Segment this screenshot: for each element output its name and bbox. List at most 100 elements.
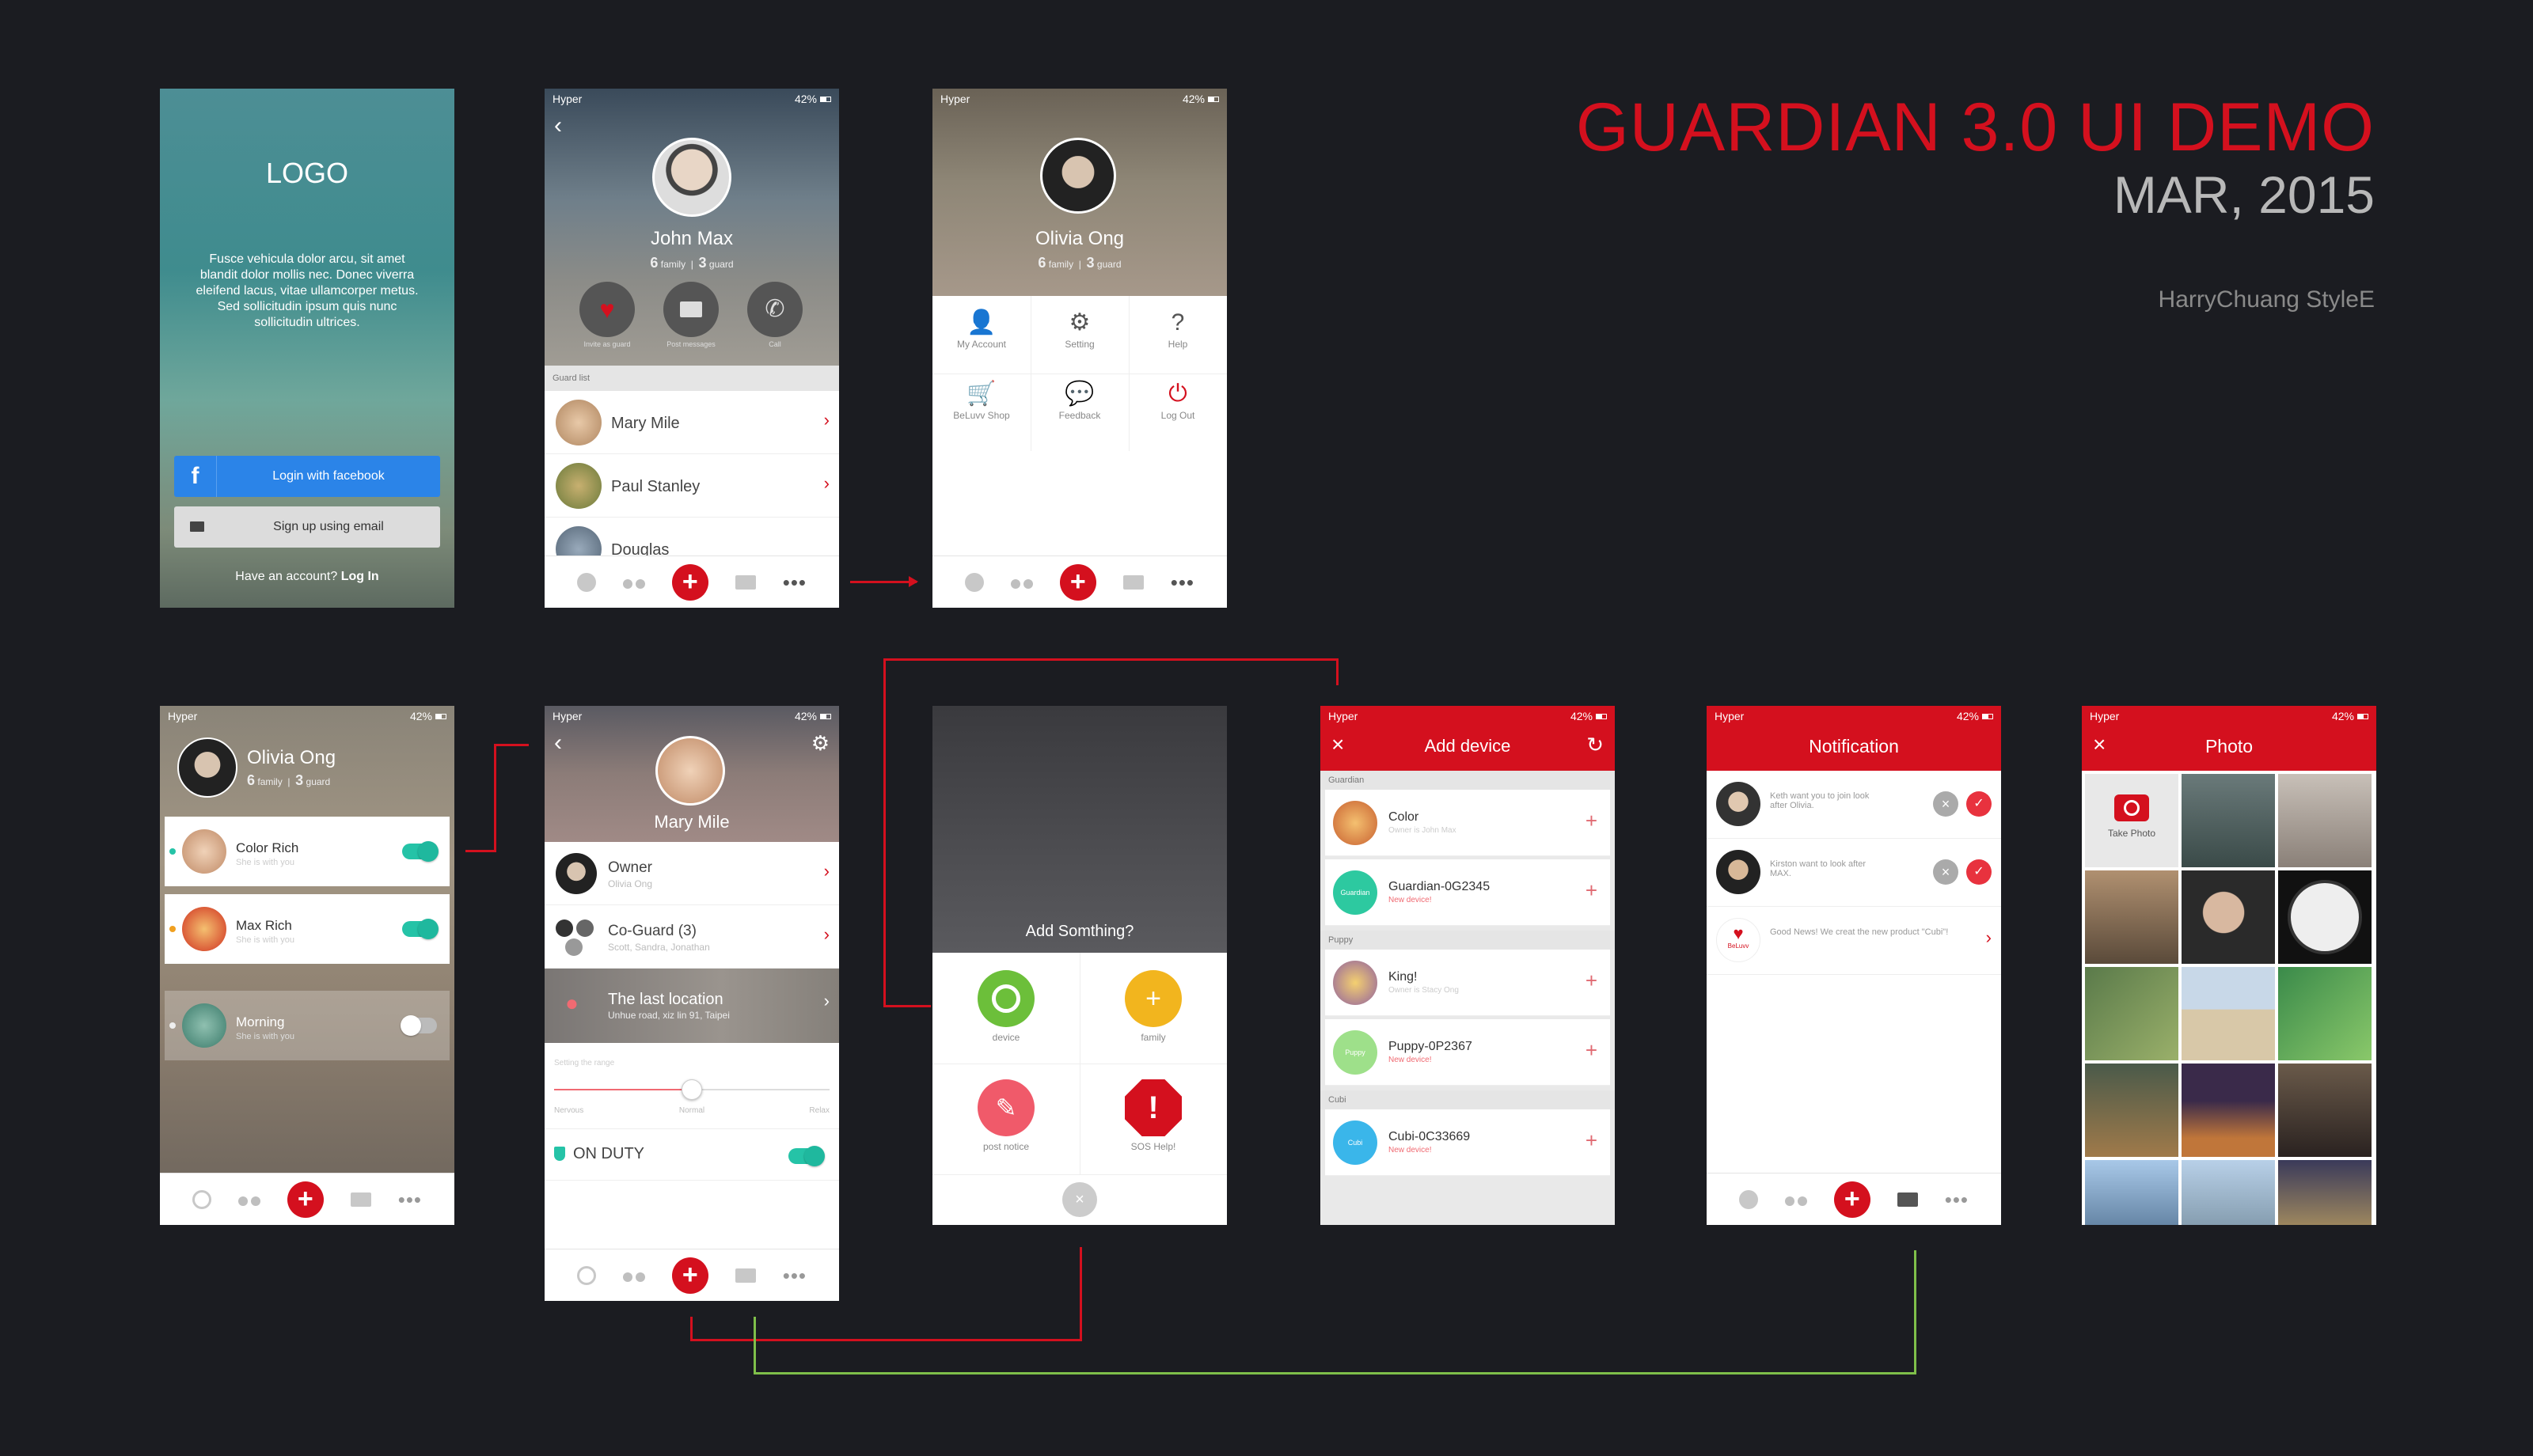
location-row[interactable]: ● The last location Unhue road, xiz lin … bbox=[545, 969, 839, 1043]
add-icon[interactable]: + bbox=[1585, 1128, 1597, 1153]
photo-thumbnail[interactable] bbox=[2085, 870, 2178, 964]
guard-toggle[interactable] bbox=[402, 919, 439, 939]
add-button[interactable]: + bbox=[671, 563, 708, 601]
shop-button[interactable]: 🛒 BeLuvv Shop bbox=[932, 381, 1031, 422]
add-icon[interactable]: + bbox=[1585, 878, 1597, 903]
logout-button[interactable]: ⏻ Log Out bbox=[1129, 381, 1227, 422]
home-icon[interactable] bbox=[576, 1265, 596, 1285]
add-icon[interactable]: + bbox=[1585, 969, 1597, 993]
more-icon[interactable]: ••• bbox=[783, 572, 807, 593]
back-chevron-icon[interactable]: ‹ bbox=[554, 730, 562, 756]
heart-icon[interactable]: ♥ bbox=[579, 282, 635, 337]
guard-toggle[interactable] bbox=[401, 1015, 437, 1036]
more-icon[interactable]: ••• bbox=[1945, 1189, 1969, 1210]
photo-thumbnail[interactable] bbox=[2278, 774, 2372, 867]
add-button[interactable]: + bbox=[671, 1257, 708, 1294]
post-notice-button[interactable]: ✎ post notice bbox=[932, 1079, 1080, 1152]
photo-thumbnail[interactable] bbox=[2278, 1064, 2372, 1157]
owner-row[interactable]: Owner Olivia Ong › bbox=[545, 842, 839, 905]
list-item[interactable]: Cubi Cubi-0C33669 New device! + bbox=[1325, 1109, 1610, 1176]
list-item[interactable]: Color Rich She is with you bbox=[165, 817, 450, 886]
range-slider[interactable] bbox=[554, 1078, 830, 1101]
add-button[interactable]: + bbox=[1059, 563, 1096, 601]
photo-thumbnail[interactable] bbox=[2182, 967, 2275, 1060]
sos-help-button[interactable]: ! SOS Help! bbox=[1080, 1079, 1227, 1152]
mail-icon[interactable] bbox=[1122, 574, 1144, 590]
photo-thumbnail[interactable] bbox=[2278, 967, 2372, 1060]
guard-count: 3 bbox=[1086, 255, 1095, 271]
feedback-button[interactable]: 💬 Feedback bbox=[1031, 381, 1129, 422]
photo-thumbnail[interactable] bbox=[2085, 967, 2178, 1060]
notification-item[interactable]: ♥ BeLuvv Good News! We creat the new pro… bbox=[1707, 907, 2001, 975]
more-icon[interactable]: ••• bbox=[1171, 572, 1194, 593]
mail-icon[interactable] bbox=[663, 282, 719, 337]
take-photo-button[interactable]: Take Photo bbox=[2085, 774, 2178, 867]
photo-thumbnail[interactable] bbox=[2085, 1160, 2178, 1225]
people-icon[interactable] bbox=[622, 576, 645, 589]
list-item[interactable]: Puppy Puppy-0P2367 New device! + bbox=[1325, 1019, 1610, 1086]
facebook-login-button[interactable]: f Login with facebook bbox=[174, 456, 440, 497]
help-button[interactable]: ? Help bbox=[1129, 310, 1227, 351]
list-item[interactable]: Guardian Guardian-0G2345 New device! + bbox=[1325, 859, 1610, 926]
mail-icon[interactable] bbox=[735, 574, 756, 590]
my-account-button[interactable]: 👤 My Account bbox=[932, 310, 1031, 351]
email-signup-button[interactable]: Sign up using email bbox=[174, 506, 440, 548]
add-device-button[interactable]: device bbox=[932, 970, 1080, 1043]
decline-icon[interactable]: × bbox=[1933, 791, 1958, 817]
mail-icon[interactable] bbox=[1897, 1192, 1918, 1207]
list-item[interactable]: Max Rich She is with you bbox=[165, 894, 450, 964]
phone-icon[interactable]: ✆ bbox=[747, 282, 803, 337]
accept-icon[interactable]: ✓ bbox=[1966, 859, 1992, 885]
close-icon[interactable]: × bbox=[1062, 1182, 1097, 1217]
mail-icon[interactable] bbox=[735, 1268, 756, 1283]
list-item[interactable]: King! Owner is Stacy Ong + bbox=[1325, 950, 1610, 1016]
gear-icon[interactable]: ⚙ bbox=[811, 731, 830, 756]
add-button[interactable]: + bbox=[1833, 1181, 1870, 1218]
photo-thumbnail[interactable] bbox=[2085, 1064, 2178, 1157]
notification-item[interactable]: Keth want you to join look after Olivia.… bbox=[1707, 771, 2001, 839]
profile-name: Mary Mile bbox=[654, 812, 730, 832]
photo-thumbnail[interactable] bbox=[2182, 1160, 2275, 1225]
decline-icon[interactable]: × bbox=[1933, 859, 1958, 885]
more-icon[interactable]: ••• bbox=[398, 1189, 422, 1210]
login-link[interactable]: Log In bbox=[341, 570, 379, 583]
accept-icon[interactable]: ✓ bbox=[1966, 791, 1992, 817]
more-icon[interactable]: ••• bbox=[783, 1265, 807, 1286]
home-icon[interactable] bbox=[964, 572, 984, 592]
list-item[interactable]: Color Owner is John Max + bbox=[1325, 790, 1610, 856]
add-family-button[interactable]: + family bbox=[1080, 970, 1227, 1043]
home-icon[interactable] bbox=[192, 1189, 211, 1209]
list-item[interactable]: Mary Mile › bbox=[545, 391, 839, 454]
photo-thumbnail[interactable] bbox=[2278, 1160, 2372, 1225]
coguard-row[interactable]: Co-Guard (3) Scott, Sandra, Jonathan › bbox=[545, 905, 839, 969]
mail-icon[interactable] bbox=[350, 1192, 371, 1207]
tab-bar: + ••• bbox=[160, 1173, 454, 1225]
photo-thumbnail[interactable] bbox=[2182, 1064, 2275, 1157]
guard-toggle[interactable] bbox=[402, 841, 439, 862]
back-chevron-icon[interactable]: ‹ bbox=[554, 112, 562, 139]
people-icon[interactable] bbox=[1010, 576, 1033, 589]
add-icon[interactable]: + bbox=[1585, 809, 1597, 833]
battery-level: 42% bbox=[2331, 710, 2354, 722]
add-icon[interactable]: + bbox=[1585, 1038, 1597, 1063]
people-icon[interactable] bbox=[622, 1269, 645, 1282]
refresh-icon[interactable]: ↻ bbox=[1586, 734, 1604, 755]
photo-thumbnail[interactable] bbox=[2182, 774, 2275, 867]
home-icon[interactable] bbox=[576, 572, 596, 592]
list-item[interactable]: Morning She is with you bbox=[165, 991, 450, 1060]
duty-toggle[interactable] bbox=[788, 1146, 825, 1166]
connector-arrow bbox=[909, 576, 918, 587]
list-item[interactable]: Paul Stanley › bbox=[545, 454, 839, 518]
setting-button[interactable]: ⚙ Setting bbox=[1031, 310, 1129, 351]
photo-thumbnail[interactable] bbox=[2278, 870, 2372, 964]
photo-thumbnail[interactable] bbox=[2182, 870, 2275, 964]
status-dot bbox=[169, 1022, 176, 1029]
add-button[interactable]: + bbox=[287, 1181, 324, 1218]
list-item[interactable]: Douglas bbox=[545, 518, 839, 557]
home-icon[interactable] bbox=[1738, 1189, 1758, 1209]
notification-item[interactable]: Kirston want to look after MAX. × ✓ bbox=[1707, 839, 2001, 907]
range-knob[interactable] bbox=[682, 1079, 702, 1100]
people-icon[interactable] bbox=[237, 1193, 260, 1206]
people-icon[interactable] bbox=[1784, 1193, 1807, 1206]
shield-icon bbox=[554, 1147, 565, 1161]
